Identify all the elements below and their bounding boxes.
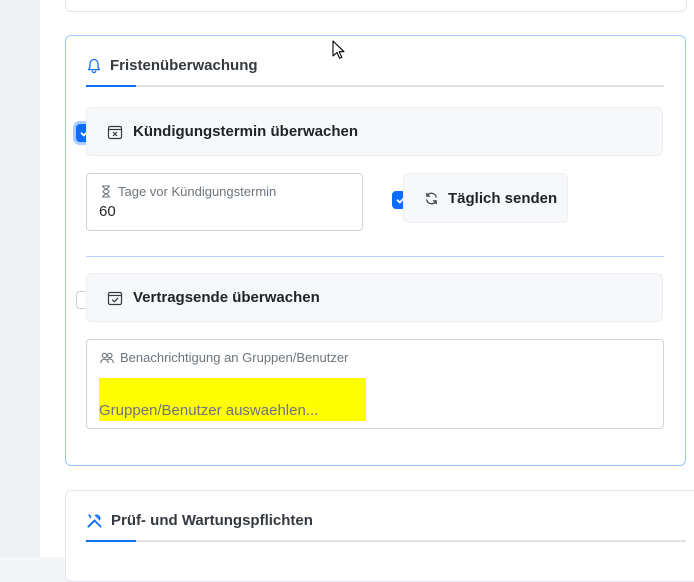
tage-vor-kuendigung-field[interactable]: Tage vor Kündigungstermin 60 xyxy=(86,173,363,231)
tab-underline-active xyxy=(86,85,136,87)
tage-field-value[interactable]: 60 xyxy=(99,203,116,220)
people-icon xyxy=(100,352,114,364)
section-title: Fristenüberwachung xyxy=(110,57,258,74)
pruef-section-title: Prüf- und Wartungspflichten xyxy=(111,512,313,529)
mouse-cursor-icon xyxy=(332,40,346,65)
benachrichtigung-label-wrap: Benachrichtigung an Gruppen/Benutzer xyxy=(100,350,348,365)
hourglass-icon xyxy=(100,185,112,198)
calendar-x-icon xyxy=(107,124,123,140)
vertragsende-label: Vertragsende überwachen xyxy=(133,289,320,306)
taeglich-senden-toggle[interactable]: Täglich senden xyxy=(403,173,568,223)
tage-field-label-wrap: Tage vor Kündigungstermin xyxy=(100,184,276,199)
benachrichtigung-label: Benachrichtigung an Gruppen/Benutzer xyxy=(120,350,349,365)
highlight-box[interactable]: Gruppen/Benutzer auswaehlen... xyxy=(99,378,366,421)
refresh-icon xyxy=(424,191,439,206)
tools-icon xyxy=(86,512,103,529)
taeglich-senden-label: Täglich senden xyxy=(448,189,558,207)
left-sidebar-edge xyxy=(0,0,40,557)
previous-card xyxy=(65,0,687,12)
pruef-wartung-card: Prüf- und Wartungspflichten xyxy=(65,490,694,582)
pruef-section-header: Prüf- und Wartungspflichten xyxy=(86,512,313,529)
section-divider xyxy=(86,256,664,257)
tage-field-label: Tage vor Kündigungstermin xyxy=(118,184,277,199)
pruef-tab-underline-track xyxy=(86,540,686,542)
kuendigungstermin-label: Kündigungstermin überwachen xyxy=(133,123,359,140)
pruef-tab-underline-active xyxy=(86,540,136,542)
benachrichtigung-select[interactable]: Benachrichtigung an Gruppen/Benutzer Gru… xyxy=(86,339,664,429)
tab-underline-track xyxy=(86,85,664,87)
vertragsende-toggle[interactable]: Vertragsende überwachen xyxy=(86,273,663,322)
kuendigungstermin-toggle[interactable]: Kündigungstermin überwachen xyxy=(86,107,663,156)
section-header: Fristenüberwachung xyxy=(86,57,258,74)
bell-icon xyxy=(86,58,102,74)
benachrichtigung-placeholder: Gruppen/Benutzer auswaehlen... xyxy=(99,402,319,419)
calendar-check-icon xyxy=(107,290,123,306)
